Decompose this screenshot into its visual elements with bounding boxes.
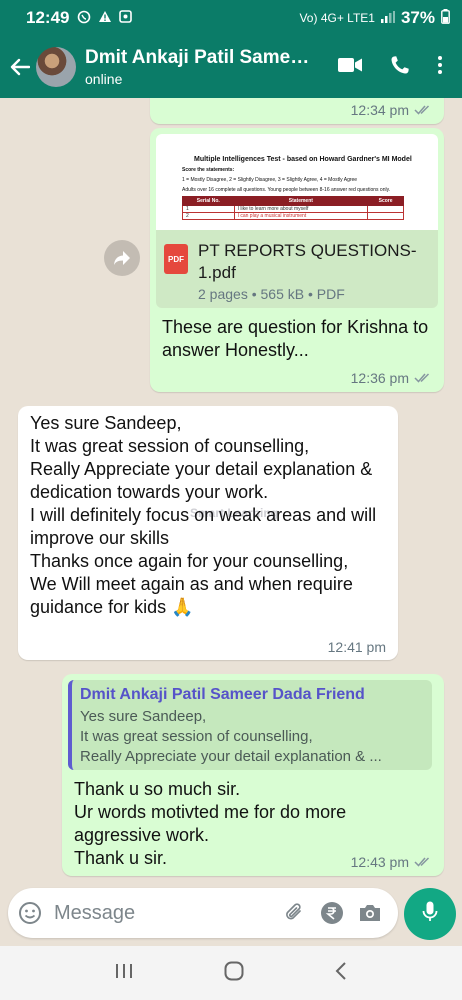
voice-record-button[interactable] — [404, 888, 456, 940]
document-message[interactable]: Multiple Intelligences Test - based on H… — [150, 128, 444, 392]
message-input[interactable] — [54, 901, 284, 925]
back-arrow-icon[interactable] — [2, 49, 38, 85]
voice-call-icon[interactable] — [390, 55, 410, 80]
quoted-message[interactable]: Dmit Ankaji Patil Sameer Dada Friend Yes… — [68, 680, 432, 770]
message-time: 12:43 pm — [350, 854, 409, 870]
read-receipt-icon — [414, 370, 432, 386]
file-name: PT REPORTS QUESTIONS-1.pdf — [198, 241, 417, 282]
contact-name: Dmit Ankaji Patil Sameer Dada Friend — [85, 47, 310, 68]
message-bubble-incoming[interactable]: Yes sure Sandeep, It was great session o… — [18, 406, 398, 660]
gallery-icon — [119, 9, 133, 27]
recent-apps-icon[interactable] — [115, 963, 133, 984]
message-composer — [8, 888, 398, 938]
camera-icon[interactable] — [358, 903, 382, 923]
quoted-text: Yes sure Sandeep, It was great session o… — [80, 708, 382, 765]
message-time: 12:34 pm — [350, 102, 409, 118]
document-info[interactable]: PDF PT REPORTS QUESTIONS-1.pdf 2 pages •… — [156, 230, 438, 308]
signal-icon — [380, 10, 395, 26]
table-row: 1 I like to learn more about myself — [182, 205, 404, 213]
message-bubble-outgoing[interactable]: Dmit Ankaji Patil Sameer Dada Friend Yes… — [62, 674, 444, 876]
contact-info[interactable]: Dmit Ankaji Patil Sameer Dada Friend onl… — [85, 47, 338, 87]
read-receipt-icon — [414, 854, 432, 870]
document-caption: These are question for Krishna to answer… — [162, 317, 429, 360]
status-bar: 12:49 Vo) 4G+ LTE1 37% — [0, 0, 462, 36]
file-info: 2 pages • 565 kB • PDF — [198, 286, 345, 302]
microphone-icon — [422, 901, 438, 928]
video-call-icon[interactable] — [338, 57, 362, 78]
read-receipt-icon — [414, 102, 432, 118]
home-icon[interactable] — [224, 961, 244, 986]
emoji-icon[interactable] — [18, 901, 42, 925]
preview-title: Multiple Intelligences Test - based on H… — [194, 156, 412, 163]
system-navigation-bar — [0, 946, 462, 1000]
forward-icon[interactable] — [104, 240, 140, 276]
message-time: 12:41 pm — [327, 639, 386, 655]
battery-level: 37% — [400, 8, 435, 27]
document-preview[interactable]: Multiple Intelligences Test - based on H… — [156, 134, 438, 230]
battery-icon — [441, 9, 450, 27]
preview-table: Serial No. Statement Score 1 I like to l… — [182, 196, 404, 220]
whatsapp-status-icon — [77, 10, 91, 27]
quoted-sender: Dmit Ankaji Patil Sameer Dada Friend — [80, 686, 365, 703]
message-bubble-outgoing[interactable]: 12:34 pm — [150, 98, 444, 124]
chat-header: Dmit Ankaji Patil Sameer Dada Friend onl… — [0, 36, 462, 98]
status-time: 12:49 — [26, 8, 70, 27]
more-options-icon[interactable] — [438, 55, 442, 79]
table-row: 2 I can play a musical instrument — [182, 212, 404, 220]
warning-icon — [98, 10, 112, 27]
attach-icon[interactable] — [284, 902, 306, 924]
avatar[interactable] — [36, 47, 76, 87]
back-icon[interactable] — [335, 961, 347, 985]
payment-rupee-icon[interactable] — [320, 901, 344, 925]
message-time: 12:36 pm — [350, 370, 409, 386]
watermark: Smart Learning — [190, 506, 279, 520]
pdf-file-icon: PDF — [164, 244, 188, 274]
network-indicator: Vo) 4G+ LTE1 — [299, 11, 375, 25]
presence-status: online — [85, 71, 123, 87]
chat-area[interactable]: 12:34 pm Multiple Intelligences Test - b… — [0, 98, 462, 886]
